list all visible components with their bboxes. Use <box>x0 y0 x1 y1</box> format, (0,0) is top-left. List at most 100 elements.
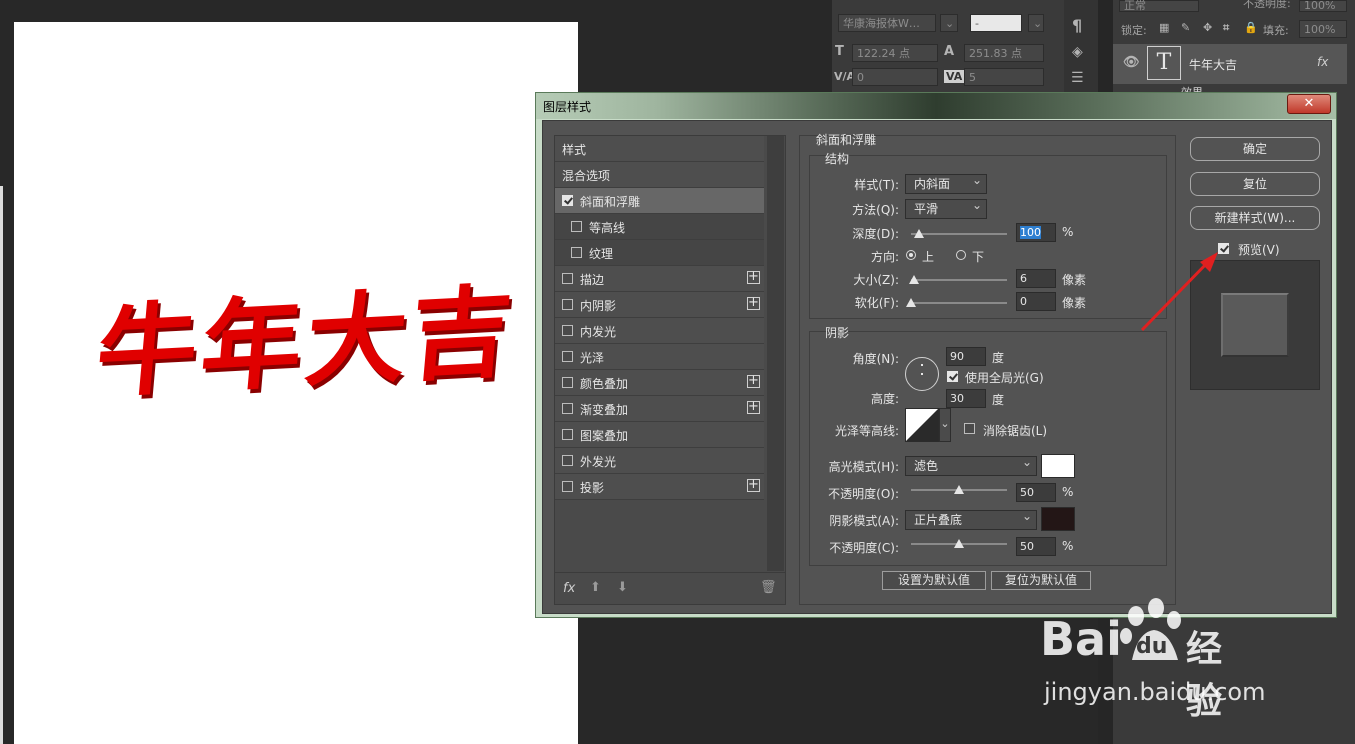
shadow-opacity-label: 不透明度(C): <box>829 541 899 555</box>
move-up-arrow-icon[interactable]: ⬆ <box>590 580 601 595</box>
style-checkbox[interactable] <box>571 221 582 232</box>
styles-header[interactable]: 样式 <box>555 136 764 162</box>
style-checkbox[interactable] <box>562 299 573 310</box>
lock-icon[interactable]: 🔒 <box>1244 21 1258 34</box>
direction-down-radio[interactable] <box>956 250 966 260</box>
font-size-field[interactable]: 122.24 点 <box>852 44 938 62</box>
styles-list-scrollbar[interactable] <box>767 136 784 571</box>
size-slider-thumb[interactable] <box>908 275 919 284</box>
layer-opacity-field[interactable]: 100% <box>1299 0 1347 12</box>
move-down-arrow-icon[interactable]: ⬇ <box>617 580 628 595</box>
delete-trash-icon[interactable]: 🗑 <box>760 580 777 595</box>
crop-icon[interactable]: ⌗ <box>1223 21 1229 35</box>
brush-icon[interactable]: ✎ <box>1181 21 1190 34</box>
angle-unit: 度 <box>992 351 1005 365</box>
blend-mode-select[interactable]: 正常 <box>1119 0 1199 12</box>
layer-name[interactable]: 牛年大吉 <box>1189 56 1237 73</box>
style-checkbox[interactable] <box>571 247 582 258</box>
style-item[interactable]: 描边 + <box>555 266 764 292</box>
add-effect-fx-icon[interactable]: fx <box>563 581 575 596</box>
kerning-field[interactable]: 0 <box>852 68 938 86</box>
shadow-opacity-thumb[interactable] <box>954 539 964 548</box>
style-item[interactable]: 等高线 <box>555 214 764 240</box>
new-style-button[interactable]: 新建样式(W)... <box>1190 206 1320 230</box>
highlight-mode-select[interactable]: 滤色 <box>905 453 1037 476</box>
depth-slider[interactable] <box>911 229 1007 238</box>
layer-row[interactable]: 👁 T 牛年大吉 fx <box>1113 44 1347 84</box>
bevel-style-select[interactable]: 内斜面 <box>905 171 987 194</box>
soften-input[interactable]: 0 <box>1016 292 1056 311</box>
soften-slider-thumb[interactable] <box>906 298 916 307</box>
style-item[interactable]: 渐变叠加 + <box>555 396 764 422</box>
style-checkbox[interactable] <box>562 325 573 336</box>
reset-default-button[interactable]: 复位为默认值 <box>991 571 1091 590</box>
style-item[interactable]: 纹理 <box>555 240 764 266</box>
highlight-opacity-input[interactable]: 50 <box>1016 483 1056 502</box>
highlight-opacity-slider[interactable] <box>911 485 1007 494</box>
layer-fx-icon[interactable]: fx <box>1317 55 1328 69</box>
style-item[interactable]: 投影 + <box>555 474 764 500</box>
size-input[interactable]: 6 <box>1016 269 1056 288</box>
depth-input[interactable]: 100 <box>1016 223 1056 242</box>
technique-select[interactable]: 平滑 <box>905 196 987 219</box>
angle-input[interactable]: 90 <box>946 347 986 366</box>
move-icon[interactable]: ✥ <box>1203 21 1212 34</box>
font-family-dropdown[interactable]: ⌄ <box>940 14 958 32</box>
visibility-eye-icon[interactable]: 👁 <box>1123 55 1140 70</box>
depth-slider-thumb[interactable] <box>913 229 924 238</box>
adjustments-icon[interactable]: ☰ <box>1071 70 1084 86</box>
canvas-text-layer[interactable]: 牛年大吉 <box>92 273 521 412</box>
contour-dropdown-icon[interactable]: ⌄ <box>939 408 951 442</box>
close-button[interactable]: ✕ <box>1287 94 1331 114</box>
size-slider[interactable] <box>908 275 1007 284</box>
font-style-select[interactable]: - <box>970 14 1022 32</box>
shadow-color-swatch[interactable] <box>1041 507 1075 531</box>
style-checkbox[interactable] <box>562 377 573 388</box>
fill-field[interactable]: 100% <box>1299 20 1347 38</box>
soften-slider[interactable] <box>906 298 1007 307</box>
3d-cube-icon[interactable]: ◈ <box>1072 44 1083 60</box>
leading-field[interactable]: 251.83 点 <box>964 44 1044 62</box>
direction-up-radio[interactable] <box>906 250 916 260</box>
altitude-input[interactable]: 30 <box>946 389 986 408</box>
style-item[interactable]: 内发光 <box>555 318 764 344</box>
add-instance-plus-icon[interactable]: + <box>747 296 760 310</box>
style-checkbox[interactable] <box>562 455 573 466</box>
ok-button[interactable]: 确定 <box>1190 137 1320 161</box>
style-item[interactable]: 图案叠加 <box>555 422 764 448</box>
style-checkbox[interactable] <box>562 195 573 206</box>
angle-label: 角度(N): <box>852 352 899 366</box>
style-item[interactable]: 外发光 <box>555 448 764 474</box>
add-instance-plus-icon[interactable]: + <box>747 400 760 414</box>
shadow-mode-select[interactable]: 正片叠底 <box>905 507 1037 530</box>
style-item[interactable]: 光泽 <box>555 344 764 370</box>
angle-dial[interactable] <box>905 357 939 391</box>
shadow-opacity-input[interactable]: 50 <box>1016 537 1056 556</box>
add-instance-plus-icon[interactable]: + <box>747 374 760 388</box>
style-item[interactable]: 颜色叠加 + <box>555 370 764 396</box>
add-instance-plus-icon[interactable]: + <box>747 478 760 492</box>
highlight-color-swatch[interactable] <box>1041 454 1075 478</box>
anti-alias-checkbox[interactable] <box>964 423 975 434</box>
global-light-checkbox[interactable] <box>947 371 958 382</box>
style-checkbox[interactable] <box>562 273 573 284</box>
set-default-button[interactable]: 设置为默认值 <box>882 571 986 590</box>
style-item[interactable]: 内阴影 + <box>555 292 764 318</box>
dialog-titlebar[interactable]: 图层样式 ✕ <box>536 93 1336 119</box>
lock-pixels-icon[interactable]: ▦ <box>1159 21 1169 34</box>
reset-button[interactable]: 复位 <box>1190 172 1320 196</box>
shadow-opacity-slider[interactable] <box>911 539 1007 548</box>
paragraph-icon[interactable]: ¶ <box>1072 16 1082 35</box>
style-item[interactable]: 斜面和浮雕 <box>555 188 764 214</box>
style-checkbox[interactable] <box>562 481 573 492</box>
add-instance-plus-icon[interactable]: + <box>747 270 760 284</box>
style-checkbox[interactable] <box>562 403 573 414</box>
font-family-select[interactable]: 华康海报体W… <box>838 14 936 32</box>
highlight-opacity-thumb[interactable] <box>954 485 964 494</box>
gloss-contour-picker[interactable] <box>905 408 939 442</box>
style-checkbox[interactable] <box>562 429 573 440</box>
font-style-dropdown[interactable]: ⌄ <box>1028 14 1044 32</box>
style-checkbox[interactable] <box>562 351 573 362</box>
tracking-field[interactable]: 5 <box>964 68 1044 86</box>
blend-options-item[interactable]: 混合选项 <box>555 162 764 188</box>
